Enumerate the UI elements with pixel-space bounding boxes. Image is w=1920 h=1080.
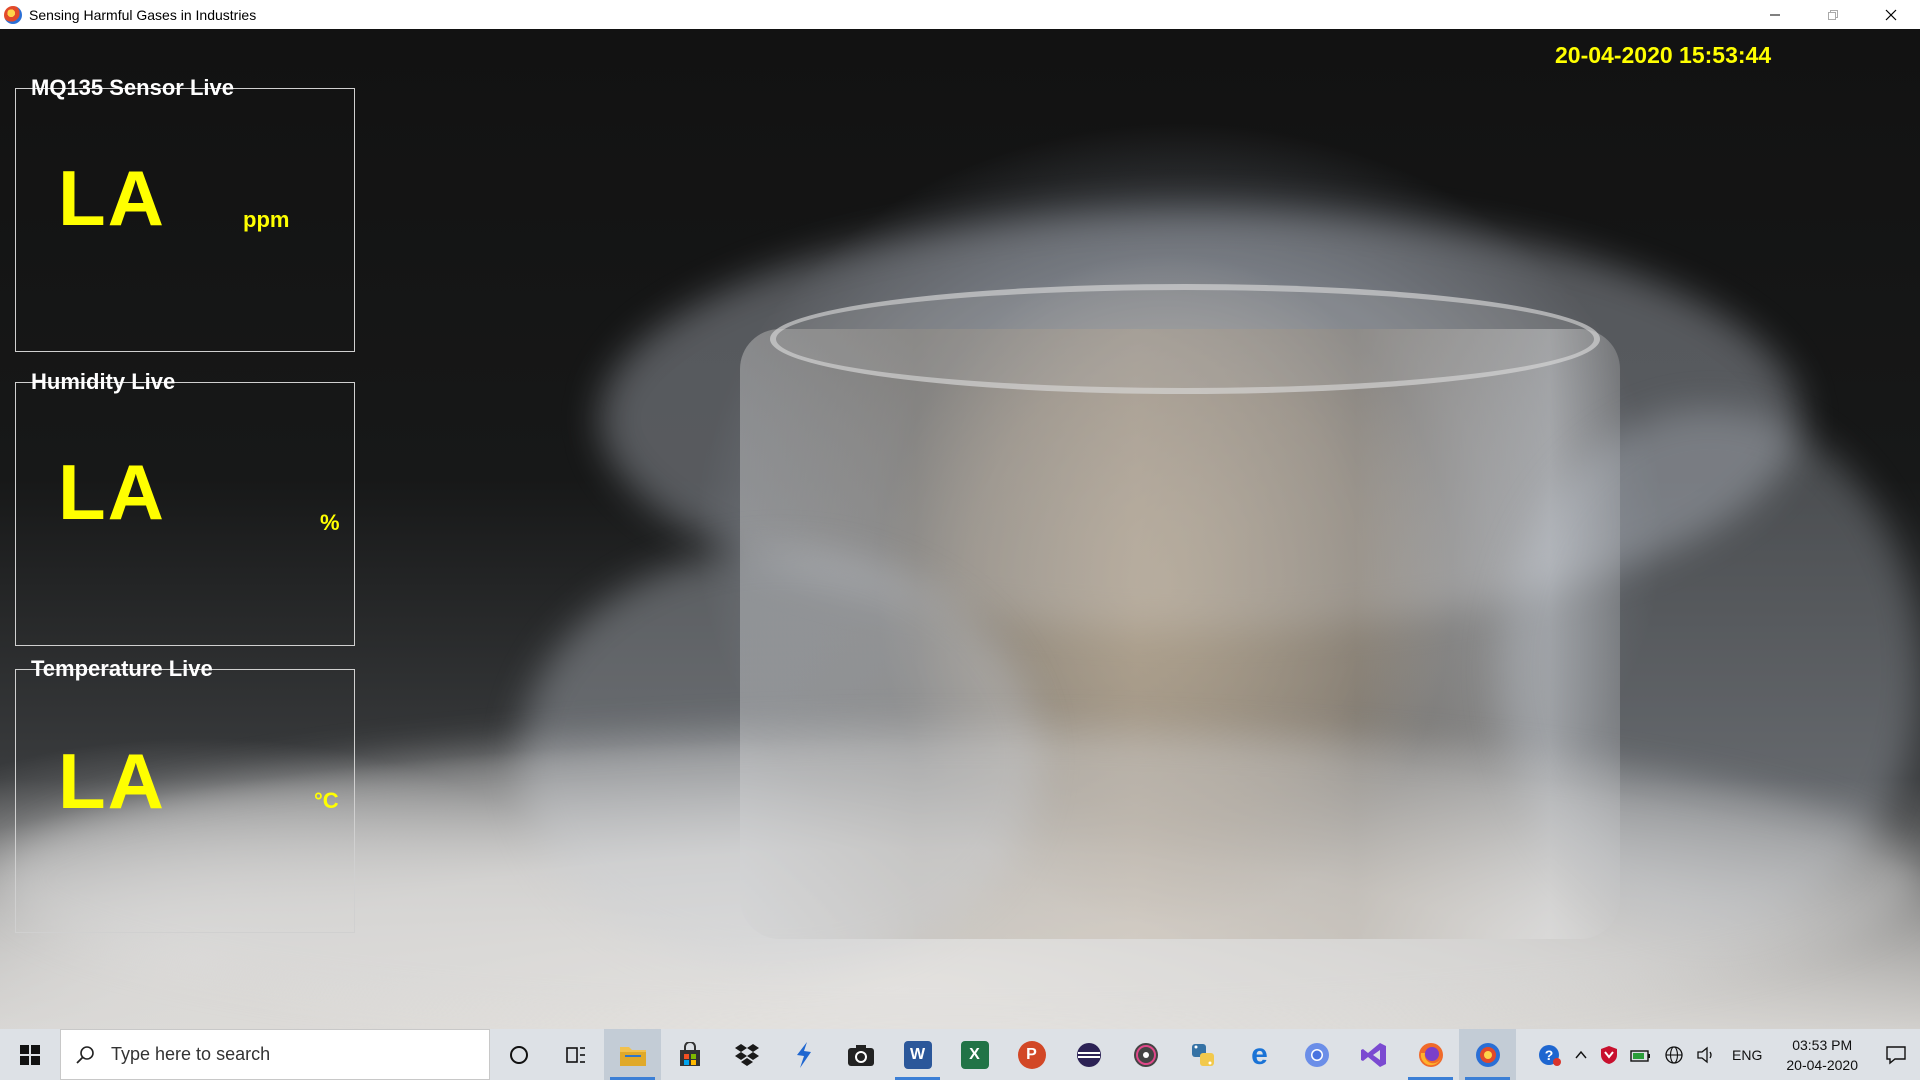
- media-player-button[interactable]: [1117, 1029, 1174, 1080]
- group-title: Humidity Live: [31, 369, 176, 394]
- clock-time: 03:53 PM: [1792, 1036, 1853, 1053]
- task-view-icon: [565, 1046, 585, 1063]
- firefox-button[interactable]: [1402, 1029, 1459, 1080]
- close-button[interactable]: [1862, 0, 1920, 29]
- taskbar-clock[interactable]: 03:53 PM 20-04-2020: [1772, 1035, 1872, 1075]
- speaker-icon: [1697, 1046, 1712, 1063]
- taskbar: Type here to search W X P e ? ENG 03:53 …: [0, 1029, 1920, 1080]
- close-icon: [1885, 9, 1897, 20]
- media-player-icon: [1133, 1042, 1158, 1067]
- action-center-button[interactable]: [1872, 1029, 1920, 1080]
- minimize-button[interactable]: [1746, 0, 1804, 29]
- search-placeholder: Type here to search: [111, 1044, 271, 1064]
- firefox-icon: [1418, 1042, 1443, 1067]
- arrow-app-button[interactable]: [775, 1029, 832, 1080]
- mq135-unit: ppm: [243, 207, 290, 232]
- volume-tray-button[interactable]: [1690, 1029, 1722, 1080]
- start-button[interactable]: [0, 1029, 60, 1080]
- minimize-icon: [1770, 14, 1780, 15]
- restore-button[interactable]: [1804, 0, 1862, 29]
- dropbox-button[interactable]: [718, 1029, 775, 1080]
- visual-studio-icon: [1360, 1042, 1386, 1067]
- antivirus-tray-button[interactable]: [1594, 1029, 1624, 1080]
- excel-icon: X: [960, 1040, 989, 1069]
- powerpoint-button[interactable]: P: [1003, 1029, 1060, 1080]
- python-button[interactable]: [1174, 1029, 1231, 1080]
- window-controls: [1746, 0, 1920, 29]
- cortana-button[interactable]: [490, 1029, 547, 1080]
- chevron-up-icon: [1575, 1050, 1587, 1058]
- taskbar-apps: W X P e: [490, 1029, 1516, 1080]
- help-button[interactable]: ?: [1532, 1029, 1568, 1080]
- window-title: Sensing Harmful Gases in Industries: [29, 6, 257, 23]
- notification-icon: [1886, 1045, 1906, 1064]
- globe-icon: [1665, 1045, 1683, 1064]
- group-title: Temperature Live: [31, 656, 213, 681]
- restore-icon: [1828, 9, 1838, 20]
- network-tray-button[interactable]: [1658, 1029, 1690, 1080]
- word-button[interactable]: W: [889, 1029, 946, 1080]
- store-button[interactable]: [661, 1029, 718, 1080]
- main-panel: 20-04-2020 15:53:44 MQ135 Sensor Live LA…: [0, 29, 1920, 1029]
- store-icon: [679, 1041, 700, 1066]
- current-datetime: 20-04-2020 15:53:44: [1555, 42, 1772, 68]
- battery-tray-button[interactable]: [1624, 1029, 1658, 1080]
- windows-logo-icon: [20, 1044, 40, 1065]
- humidity-unit: %: [320, 510, 340, 535]
- chrome-button[interactable]: [1288, 1029, 1345, 1080]
- battery-icon: [1630, 1049, 1651, 1062]
- chrome-icon: [1304, 1042, 1329, 1067]
- background-vessel-rim: [770, 284, 1600, 394]
- humidity-value: LA: [58, 448, 166, 536]
- search-icon: [76, 1045, 94, 1064]
- temperature-value: LA: [58, 737, 166, 825]
- task-view-button[interactable]: [547, 1029, 604, 1080]
- clock-date: 20-04-2020: [1786, 1056, 1858, 1073]
- input-language-button[interactable]: ENG: [1722, 1047, 1772, 1063]
- shield-icon: [1601, 1045, 1618, 1064]
- python-icon: [1191, 1043, 1214, 1066]
- sensor-app-icon: [1475, 1042, 1500, 1067]
- eclipse-button[interactable]: [1060, 1029, 1117, 1080]
- show-hidden-icons-button[interactable]: [1568, 1029, 1594, 1080]
- file-explorer-icon: [619, 1046, 646, 1066]
- help-icon: ?: [1539, 1044, 1562, 1066]
- word-icon: W: [903, 1040, 932, 1069]
- temperature-sensor-group: Temperature Live LA °C: [15, 656, 355, 933]
- powerpoint-icon: P: [1017, 1040, 1046, 1069]
- eclipse-icon: [1076, 1042, 1101, 1067]
- camera-icon: [847, 1044, 874, 1066]
- system-tray: ? ENG 03:53 PM 20-04-2020: [1532, 1029, 1920, 1080]
- svg-text:?: ?: [1545, 1047, 1554, 1063]
- sensor-app-button[interactable]: [1459, 1029, 1516, 1080]
- temperature-unit: °C: [314, 788, 339, 813]
- camera-button[interactable]: [832, 1029, 889, 1080]
- cortana-icon: [509, 1045, 528, 1064]
- edge-icon: e: [1251, 1037, 1268, 1071]
- humidity-sensor-group: Humidity Live LA %: [15, 369, 355, 646]
- taskbar-search-input[interactable]: Type here to search: [60, 1029, 490, 1080]
- visual-studio-button[interactable]: [1345, 1029, 1402, 1080]
- file-explorer-button[interactable]: [604, 1029, 661, 1080]
- edge-button[interactable]: e: [1231, 1029, 1288, 1080]
- app-logo-icon: [4, 5, 22, 24]
- excel-button[interactable]: X: [946, 1029, 1003, 1080]
- mq135-value: LA: [58, 154, 166, 242]
- arrow-app-icon: [796, 1041, 811, 1068]
- mq135-sensor-group: MQ135 Sensor Live LA ppm: [15, 75, 355, 352]
- group-title: MQ135 Sensor Live: [31, 75, 234, 100]
- dropbox-icon: [734, 1043, 759, 1066]
- title-bar: Sensing Harmful Gases in Industries: [0, 0, 1920, 29]
